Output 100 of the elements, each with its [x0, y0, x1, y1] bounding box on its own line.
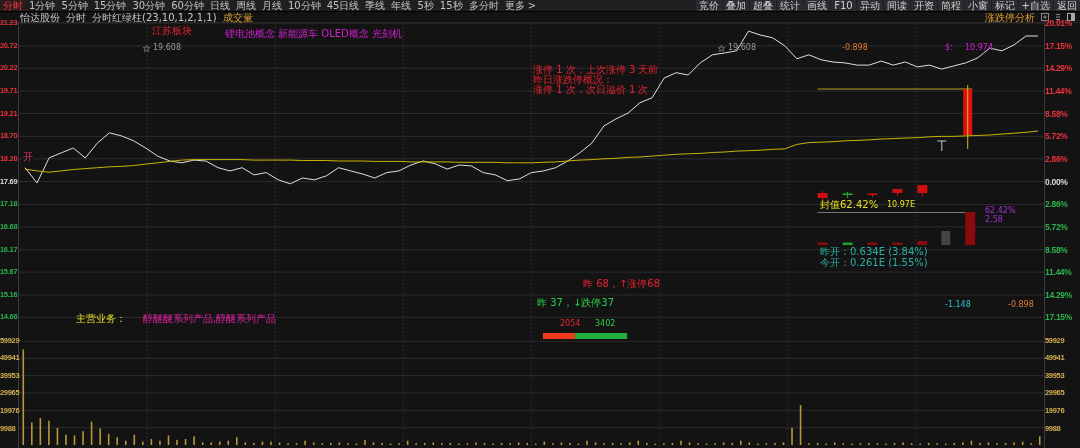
- volume-bar: [654, 443, 657, 446]
- period-tab[interactable]: 日线: [206, 0, 233, 11]
- volume-bar: [389, 443, 392, 446]
- volume-bar: [560, 442, 563, 446]
- volume-bar: [842, 443, 845, 446]
- volume-bar: [731, 442, 734, 446]
- stock-name: 怡达股份: [20, 11, 60, 23]
- volume-bar: [449, 442, 452, 446]
- period-tab[interactable]: 5秒: [414, 0, 437, 11]
- percent-axis-label: 11.44%: [1045, 268, 1072, 277]
- volume-bar: [705, 443, 708, 446]
- volume-bar: [56, 428, 59, 446]
- volume-bar: [116, 437, 119, 446]
- up-count: 2054: [560, 319, 581, 329]
- period-tab[interactable]: 15分钟: [90, 0, 130, 11]
- plus-box-icon[interactable]: [1041, 13, 1049, 21]
- percent-axis-label: 5.72%: [1045, 222, 1068, 231]
- indicator-label: 分时红绿柱(23,10,1,2,1,1): [92, 11, 217, 23]
- period-tab[interactable]: 45日线: [323, 0, 363, 11]
- volume-bar: [688, 442, 691, 446]
- period-tab[interactable]: 更多 >: [501, 0, 540, 11]
- toolbar-button[interactable]: 超叠: [750, 0, 777, 11]
- concept-tags: 锂电池概念 新能源车 OLED概念 光刻机: [225, 28, 402, 39]
- toolbar-button[interactable]: 小窗: [964, 0, 991, 11]
- volume-bar: [936, 443, 939, 446]
- toolbar-button[interactable]: 竞价: [696, 0, 723, 11]
- volume-bar: [859, 443, 862, 446]
- period-tab[interactable]: 月线: [258, 0, 285, 11]
- volume-bar: [321, 443, 324, 446]
- volume-bar: [355, 443, 358, 446]
- volume-bar: [133, 434, 136, 446]
- period-tab[interactable]: 季线: [362, 0, 389, 11]
- volume-bar: [671, 442, 674, 446]
- volume-bar: [517, 442, 520, 446]
- period-tab[interactable]: 30分钟: [129, 0, 169, 11]
- volume-bar: [893, 442, 896, 446]
- volume-bar: [944, 443, 947, 446]
- volume-bar: [124, 440, 127, 446]
- volume-bar: [594, 442, 597, 446]
- volume-label: 成交量: [222, 11, 253, 23]
- period-tab[interactable]: 周线: [232, 0, 259, 11]
- period-tab[interactable]: 1分钟: [26, 0, 59, 11]
- volume-bar: [1038, 436, 1041, 446]
- volume-bar: [278, 442, 281, 446]
- sector-tag: 江苏板块: [152, 25, 192, 36]
- volume-bar: [227, 440, 230, 446]
- volume-bar: [987, 442, 990, 446]
- volume-bar: [184, 438, 187, 446]
- limit-down-stats: 昨 37，↓跌停37: [537, 297, 614, 308]
- toolbar-button[interactable]: 异动: [856, 0, 883, 11]
- volume-bar: [816, 442, 819, 446]
- toolbar-button[interactable]: 画线: [804, 0, 831, 11]
- toolbar-button[interactable]: 统计: [777, 0, 804, 11]
- volume-bar: [423, 442, 426, 446]
- volume-bar: [739, 440, 742, 446]
- toolbar-button[interactable]: 间读: [883, 0, 910, 11]
- period-tab[interactable]: 15秒: [436, 0, 466, 11]
- percent-axis-label: 20.01%: [1045, 19, 1073, 27]
- volume-bar: [534, 443, 537, 446]
- volume-bar: [90, 421, 93, 446]
- volume-bar: [1021, 441, 1024, 446]
- open-marker: 开: [23, 151, 33, 162]
- volume-bar: [73, 435, 76, 446]
- period-tab[interactable]: 60分钟: [168, 0, 207, 11]
- volume-bar: [970, 440, 973, 446]
- toolbar-button[interactable]: 简程: [937, 0, 964, 11]
- volume-bar: [218, 441, 221, 446]
- volume-bar: [466, 443, 469, 446]
- limit-history-line: 涨停 1 次，次日溢价 1 次: [533, 84, 649, 95]
- volume-bar: [107, 433, 110, 446]
- star-icon: [143, 45, 150, 52]
- volume-bar: [543, 441, 546, 446]
- limit-history-line: 涨停 1 次，上次涨停 3 天前: [533, 64, 659, 75]
- toolbar-button[interactable]: 开资: [910, 0, 937, 11]
- toolbar-button[interactable]: 返回: [1054, 0, 1080, 11]
- volume-bar: [312, 442, 315, 446]
- volume-bar: [722, 442, 725, 446]
- toolbar-button[interactable]: F10: [831, 0, 856, 11]
- toolbar-button[interactable]: +自选: [1018, 0, 1053, 11]
- main-business-label: 主营业务：: [76, 313, 126, 324]
- period-tab[interactable]: 10分钟: [284, 0, 324, 11]
- period-tab[interactable]: 分时: [0, 0, 26, 11]
- period-tab[interactable]: 多分时: [465, 0, 502, 11]
- main-business-value: 醇醚醚系列产品,醇醚系列产品: [143, 313, 277, 324]
- today-open-reading: 今开：0.261E (1.55%): [820, 257, 928, 268]
- window-icon[interactable]: [1067, 13, 1075, 21]
- toolbar-button[interactable]: 标记: [991, 0, 1018, 11]
- list-icon[interactable]: [1054, 13, 1062, 21]
- period-tab[interactable]: 年线: [388, 0, 415, 11]
- toolbar-button[interactable]: 叠加: [723, 0, 750, 11]
- star-icon: [718, 45, 725, 52]
- volume-bar: [748, 442, 751, 446]
- star-reading: 19.608: [153, 43, 181, 53]
- reading: -0.898: [1008, 300, 1034, 310]
- limit-up-stats: 昨 68，↑涨停68: [583, 278, 660, 289]
- volume-bar: [338, 442, 341, 446]
- percent-axis-label: 2.86%: [1045, 154, 1068, 163]
- period-tab[interactable]: 5分钟: [58, 0, 91, 11]
- volume-bar: [628, 442, 631, 446]
- volume-bar: [483, 442, 486, 446]
